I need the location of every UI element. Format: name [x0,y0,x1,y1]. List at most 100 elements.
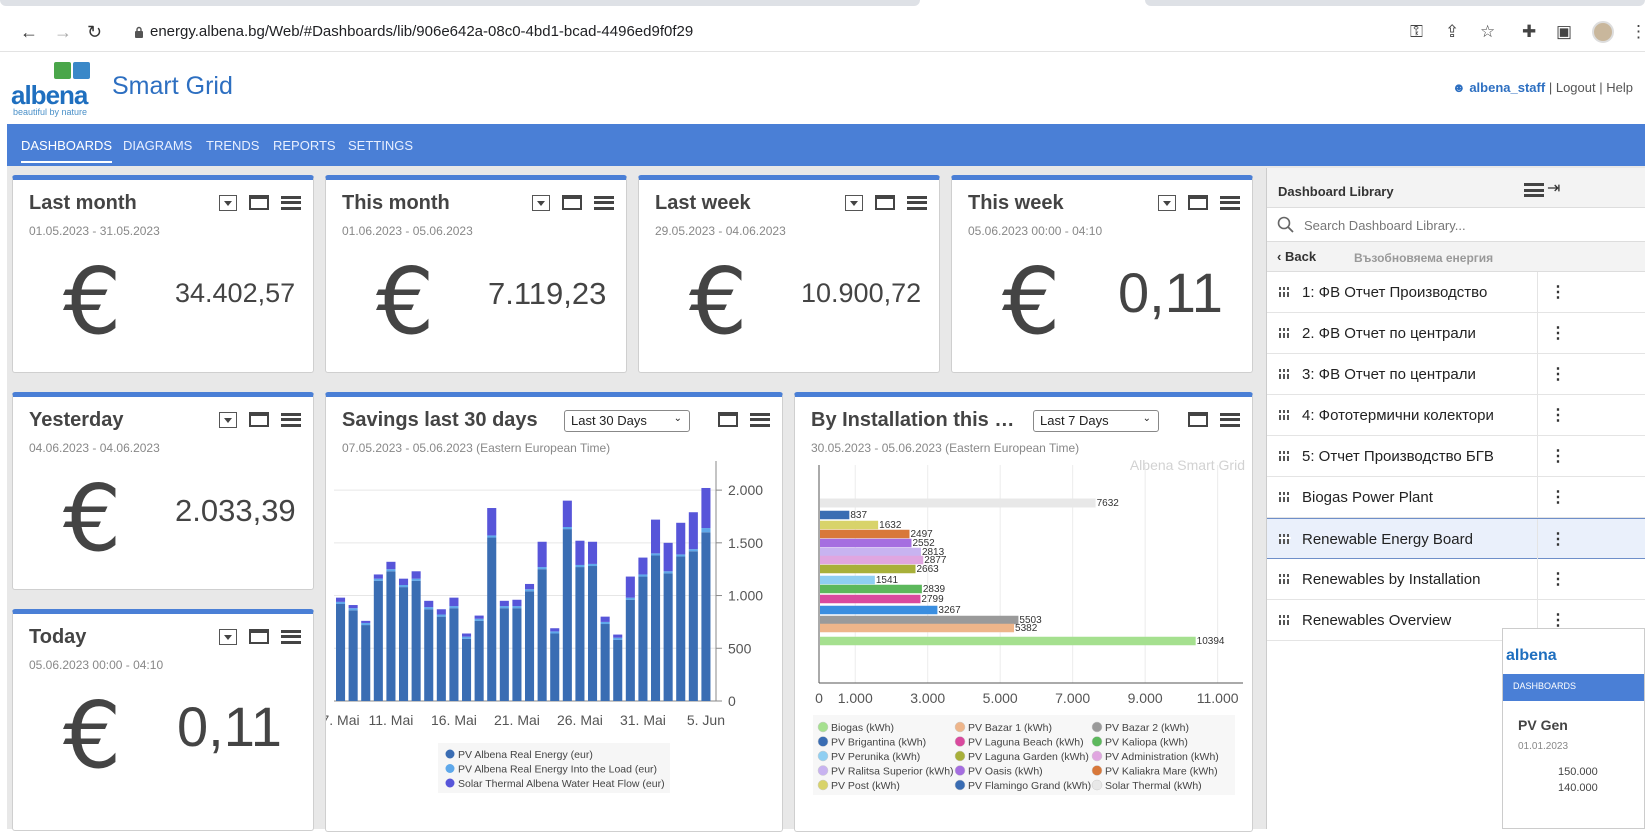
more-options-icon[interactable]: ⋮ [1550,405,1566,425]
maximize-icon[interactable] [718,412,738,428]
legend-swatch [1091,750,1103,762]
more-options-icon[interactable]: ⋮ [1550,487,1566,507]
more-options-icon[interactable]: ⋮ [1550,569,1566,589]
nav-settings[interactable]: SETTINGS [348,138,413,153]
more-options-icon[interactable]: ⋮ [1550,364,1566,384]
range-select[interactable]: Last 30 Days ⌄ [564,410,690,432]
maximize-icon[interactable] [562,195,582,211]
range-select[interactable]: Last 7 Days ⌄ [1033,410,1159,432]
library-item-label: Renewables Overview [1302,612,1452,629]
legend-swatch [1091,765,1103,776]
library-item[interactable]: Biogas Power Plant ⋮ [1267,477,1645,518]
bar [625,576,635,598]
nav-diagrams[interactable]: DIAGRAMS [123,138,192,153]
menu-icon[interactable] [750,412,770,427]
more-options-icon[interactable]: ⋮ [1550,529,1566,549]
share-icon[interactable]: ⇪ [1445,22,1459,42]
more-options-icon[interactable]: ⋮ [1550,446,1566,466]
library-item[interactable]: 2. ФВ Отчет по централи ⋮ [1267,313,1645,354]
back-button[interactable]: ‹ Back [1277,249,1316,264]
search-input[interactable]: Search Dashboard Library... [1304,218,1466,233]
library-item[interactable]: 5: Отчет Производство БГВ ⋮ [1267,436,1645,477]
dropdown-icon[interactable] [845,194,863,211]
library-item[interactable]: Renewables by Installation ⋮ [1267,559,1645,600]
username-link[interactable]: albena_staff [1469,80,1545,95]
maximize-icon[interactable] [1188,195,1208,211]
library-item[interactable]: 1: ФВ Отчет Производство ⋮ [1267,272,1645,313]
x-tick-label: 11.000 [1197,690,1239,706]
bar [499,608,509,701]
bar [399,585,409,588]
library-item[interactable]: 4: Фототермични колектори ⋮ [1267,395,1645,436]
library-item[interactable]: 3: ФВ Отчет по централи ⋮ [1267,354,1645,395]
bar [625,597,635,600]
dropdown-icon[interactable] [1158,194,1176,211]
reload-icon[interactable]: ↻ [87,22,102,43]
more-options-icon[interactable]: ⋮ [1550,610,1566,630]
kpi-value: 2.033,39 [175,493,296,528]
library-item[interactable]: Renewable Energy Board ⋮ [1267,518,1645,560]
star-icon[interactable]: ☆ [1480,22,1495,42]
library-search[interactable]: Search Dashboard Library... [1267,208,1645,242]
maximize-icon[interactable] [1188,412,1208,428]
dropdown-icon[interactable] [219,194,237,211]
thumbnail-nav: DASHBOARDS [1513,681,1577,691]
card-subtitle: 07.05.2023 - 05.06.2023 (Eastern Europea… [342,441,611,455]
legend-label: PV Administration (kWh) [1105,751,1219,763]
menu-icon[interactable] [281,195,301,210]
legend-label: PV Oasis (kWh) [968,766,1043,778]
menu-icon[interactable] [1524,183,1544,197]
bar [373,580,383,701]
data-label: 5382 [1015,623,1038,634]
more-options-icon[interactable]: ⋮ [1550,323,1566,343]
library-title: Dashboard Library [1278,184,1394,199]
menu-icon[interactable] [1220,412,1240,427]
maximize-icon[interactable] [249,629,269,645]
x-tick-label: 9.000 [1128,690,1163,706]
bar [663,542,673,572]
card-date-range: 29.05.2023 - 04.06.2023 [655,224,786,238]
collapse-icon[interactable]: ⇥ [1547,178,1560,198]
back-arrow-icon[interactable]: ← [20,22,38,43]
bar [575,564,585,568]
more-options-icon[interactable]: ⋮ [1550,282,1566,302]
bar [820,529,910,539]
bar [525,589,535,592]
bar [336,597,346,602]
avatar[interactable] [1592,21,1614,43]
legend-swatch [954,765,966,776]
menu-icon[interactable] [281,412,301,427]
euro-icon: € [1002,248,1061,355]
key-icon[interactable]: ⚿ [1410,22,1423,42]
dropdown-icon[interactable] [532,194,550,211]
menu-icon[interactable] [281,629,301,644]
dropdown-icon[interactable] [219,411,237,428]
sidepanel-icon[interactable]: ▣ [1556,22,1572,42]
folder-name: Възобновяема енергия [1354,251,1494,265]
bar [820,575,875,585]
nav-dashboards[interactable]: DASHBOARDS [21,138,113,163]
library-item-label: 4: Фототермични колектори [1302,407,1494,424]
maximize-icon[interactable] [249,195,269,211]
bar [462,638,472,701]
bar [487,535,497,538]
maximize-icon[interactable] [875,195,895,211]
bar [411,580,421,701]
extensions-icon[interactable]: ✚ [1522,22,1536,42]
bar [663,573,673,701]
dropdown-icon[interactable] [219,628,237,645]
forward-arrow-icon[interactable]: → [54,22,72,43]
savings-chart-card: Savings last 30 days Last 30 Days ⌄ 07.05… [325,392,783,832]
x-tick-label: 5.000 [983,690,1018,706]
menu-icon[interactable] [594,195,614,210]
address-bar[interactable]: energy.albena.bg/Web/#Dashboards/lib/906… [150,23,693,40]
logout-link[interactable]: Logout [1556,80,1596,95]
menu-icon[interactable] [1220,195,1240,210]
menu-icon[interactable] [907,195,927,210]
nav-reports[interactable]: REPORTS [273,138,336,153]
help-link[interactable]: Help [1606,80,1633,95]
maximize-icon[interactable] [249,412,269,428]
divider [1537,519,1538,560]
browser-menu-icon[interactable]: ⋮ [1630,22,1645,42]
nav-trends[interactable]: TRENDS [206,138,259,153]
